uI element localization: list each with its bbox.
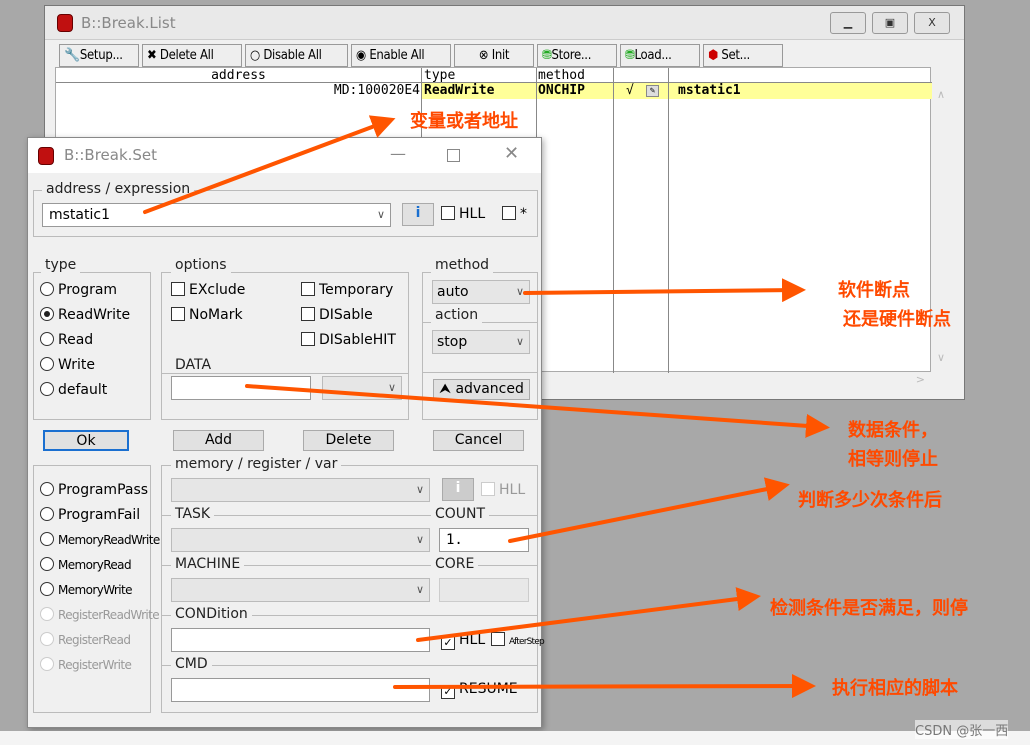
annotation-hardware-breakpoint: 还是硬件断点 — [843, 309, 951, 330]
arrow-1 — [143, 115, 396, 214]
arrow-3 — [245, 384, 830, 438]
annotation-cmd: 执行相应的脚本 — [832, 678, 958, 699]
annotation-variable-or-address: 变量或者地址 — [410, 111, 518, 132]
arrow-4 — [508, 477, 790, 543]
annotation-software-breakpoint: 软件断点 — [838, 280, 910, 301]
arrow-2 — [523, 278, 806, 303]
annotation-count: 判断多少次条件后 — [798, 490, 942, 511]
watermark: CSDN @张一西 — [915, 720, 1009, 739]
arrow-6 — [393, 674, 816, 699]
annotation-data-condition: 数据条件， — [848, 420, 938, 441]
annotation-stop-if-equal: 相等则停止 — [848, 449, 938, 470]
annotation-condition: 检测条件是否满足，则停 — [770, 598, 968, 619]
arrow-5 — [416, 587, 761, 642]
